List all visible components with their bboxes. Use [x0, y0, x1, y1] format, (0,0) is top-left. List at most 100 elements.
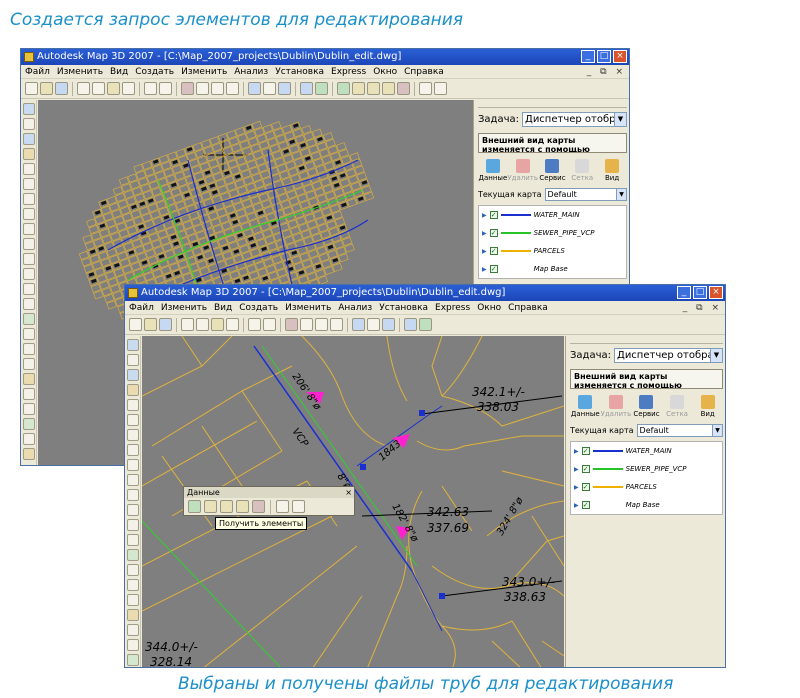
xline-icon[interactable] — [126, 459, 139, 471]
block-icon[interactable] — [22, 373, 35, 385]
expand-icon[interactable]: ▶ — [482, 266, 487, 273]
match-icon[interactable] — [226, 318, 239, 331]
polygon-icon[interactable] — [126, 534, 139, 546]
table-icon[interactable] — [276, 500, 289, 513]
expand-icon[interactable]: ▶ — [574, 484, 579, 491]
arc-icon[interactable] — [126, 489, 139, 501]
xline-icon[interactable] — [22, 223, 35, 235]
zoom-realtime-icon[interactable] — [196, 82, 209, 95]
layer-item[interactable]: ▶ ✓ Map Base — [479, 260, 626, 278]
array-icon[interactable] — [22, 178, 35, 190]
layer-item[interactable]: ▶ ✓ PARCELS — [479, 242, 626, 260]
title-bar[interactable]: Autodesk Map 3D 2007 - [C:\Map_2007_proj… — [21, 49, 629, 65]
checkbox[interactable]: ✓ — [581, 501, 590, 509]
menu-view[interactable]: Вид — [214, 301, 232, 314]
circle-icon[interactable] — [126, 504, 139, 516]
menu-express[interactable]: Express — [331, 65, 366, 78]
arc-icon[interactable] — [22, 253, 35, 265]
pane-grip[interactable] — [570, 338, 723, 344]
tools-button[interactable]: Сервис — [539, 159, 566, 182]
expand-icon[interactable]: ▶ — [574, 502, 579, 509]
help-icon[interactable] — [278, 82, 291, 95]
mdi-controls[interactable]: _ ⧉ × — [587, 65, 626, 79]
pencil-icon[interactable] — [22, 148, 35, 160]
expand-icon[interactable]: ▶ — [482, 212, 487, 219]
menu-window[interactable]: Окно — [477, 301, 501, 314]
layer-item[interactable]: ▶ ✓ Map Base — [571, 496, 722, 514]
expand-icon[interactable]: ▶ — [482, 248, 487, 255]
chevron-down-icon[interactable]: ▼ — [712, 425, 722, 436]
data-tool-1-icon[interactable] — [204, 500, 217, 513]
settings-icon[interactable] — [22, 448, 35, 460]
checkbox[interactable]: ✓ — [581, 465, 590, 473]
polyline-icon[interactable] — [22, 238, 35, 250]
paste-icon[interactable] — [107, 82, 120, 95]
ellipse-icon[interactable] — [126, 579, 139, 591]
open-icon[interactable] — [40, 82, 53, 95]
expand-icon[interactable]: ▶ — [574, 448, 579, 455]
data-tool-4-icon[interactable] — [397, 82, 410, 95]
chevron-down-icon[interactable]: ▼ — [616, 189, 626, 200]
menu-edit[interactable]: Изменить — [57, 65, 103, 78]
checkout-icon[interactable] — [419, 318, 432, 331]
layer-item[interactable]: ▶ ✓ WATER_MAIN — [571, 442, 722, 460]
array-icon[interactable] — [126, 414, 139, 426]
minimize-button[interactable]: _ — [581, 50, 595, 63]
scale-icon[interactable] — [126, 429, 139, 441]
new-icon[interactable] — [25, 82, 38, 95]
move-icon[interactable] — [22, 103, 35, 115]
zoom-window-icon[interactable] — [315, 318, 328, 331]
copy-tool-icon[interactable] — [22, 118, 35, 130]
region-icon[interactable] — [126, 564, 139, 576]
close-icon[interactable]: × — [345, 487, 352, 498]
region-icon[interactable] — [22, 328, 35, 340]
checkbox[interactable]: ✓ — [489, 211, 498, 219]
minimize-button[interactable]: _ — [677, 286, 691, 299]
navigate-icon[interactable] — [300, 82, 313, 95]
layer-item[interactable]: ▶ ✓ PARCELS — [571, 478, 722, 496]
chevron-down-icon[interactable]: ▼ — [614, 113, 626, 126]
table-tool-icon[interactable] — [126, 654, 139, 666]
delete-button[interactable]: Удалить — [507, 159, 538, 182]
data-button[interactable]: Данные — [479, 159, 507, 182]
line-icon[interactable] — [126, 444, 139, 456]
menu-window[interactable]: Окно — [373, 65, 397, 78]
cut-icon[interactable] — [181, 318, 194, 331]
task-select[interactable]: Диспетчер отображения ▼ — [614, 348, 723, 363]
undo-icon[interactable] — [144, 82, 157, 95]
properties-icon[interactable] — [248, 82, 261, 95]
rotate-icon[interactable] — [126, 369, 139, 381]
menu-analysis[interactable]: Анализ — [338, 301, 372, 314]
expand-icon[interactable]: ▶ — [482, 230, 487, 237]
view-button[interactable]: Вид — [695, 395, 721, 418]
menu-analysis[interactable]: Анализ — [234, 65, 268, 78]
chevron-down-icon[interactable]: ▼ — [710, 349, 722, 362]
menu-create[interactable]: Создать — [135, 65, 174, 78]
current-map-select[interactable]: Default ▼ — [636, 424, 723, 437]
menu-edit[interactable]: Изменить — [161, 301, 207, 314]
close-button[interactable]: × — [709, 286, 723, 299]
dot-icon[interactable] — [22, 433, 35, 445]
design-center-icon[interactable] — [263, 82, 276, 95]
data-tool-3-icon[interactable] — [382, 82, 395, 95]
block-icon[interactable] — [126, 609, 139, 621]
circle-icon[interactable] — [22, 268, 35, 280]
copy-tool-icon[interactable] — [126, 354, 139, 366]
help-icon[interactable] — [382, 318, 395, 331]
navigate-icon[interactable] — [404, 318, 417, 331]
checkbox[interactable]: ✓ — [489, 229, 498, 237]
trim-icon[interactable] — [126, 594, 139, 606]
tools-button[interactable]: Сервис — [633, 395, 660, 418]
grid-button[interactable]: Сетка — [569, 159, 595, 182]
rectangle-icon[interactable] — [22, 283, 35, 295]
menu-modify[interactable]: Изменить — [181, 65, 227, 78]
data-tool-2-icon[interactable] — [220, 500, 233, 513]
open-icon[interactable] — [144, 318, 157, 331]
save-icon[interactable] — [159, 318, 172, 331]
checkbox[interactable]: ✓ — [581, 483, 590, 491]
save-icon[interactable] — [55, 82, 68, 95]
text-icon[interactable] — [22, 403, 35, 415]
data-tool-1-icon[interactable] — [352, 82, 365, 95]
data-tool-2-icon[interactable] — [367, 82, 380, 95]
zoom-previous-icon[interactable] — [226, 82, 239, 95]
